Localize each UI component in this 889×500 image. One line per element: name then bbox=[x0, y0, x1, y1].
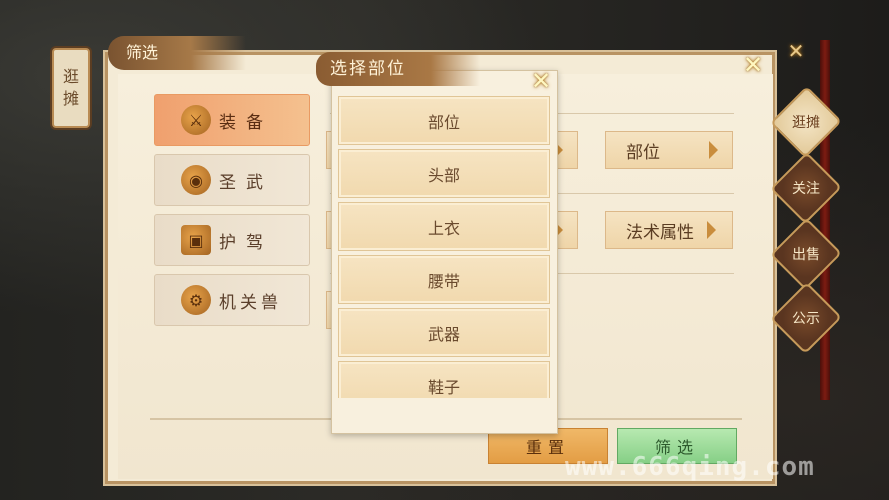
filter-select-spell-attr[interactable]: 法术属性 bbox=[605, 211, 733, 249]
category-holy-weapon[interactable]: ◉ 圣武 bbox=[154, 154, 310, 206]
filter-select-slot[interactable]: 部位 bbox=[605, 131, 733, 169]
category-label: 装备 bbox=[219, 112, 273, 133]
dropdown-option[interactable]: 头部 bbox=[338, 149, 550, 198]
arrow-right-icon bbox=[709, 141, 718, 159]
panel-title: 筛选 bbox=[108, 36, 246, 70]
category-mech-beast[interactable]: ⚙ 机关兽 bbox=[154, 274, 310, 326]
side-tab-label: 出售 bbox=[792, 247, 820, 263]
left-tab-char-2: 摊 bbox=[62, 89, 79, 108]
gear-swords-icon: ⚔ bbox=[181, 105, 211, 135]
left-tab-char-1: 逛 bbox=[62, 67, 79, 86]
chest-icon: ▣ bbox=[181, 225, 211, 255]
watermark-text: www.666qing.com bbox=[565, 452, 815, 482]
category-label: 机关兽 bbox=[219, 292, 282, 313]
dropdown-close-icon[interactable]: ✕ bbox=[528, 68, 554, 94]
category-label: 护驾 bbox=[219, 232, 273, 253]
side-tab-label: 关注 bbox=[792, 181, 820, 197]
side-tab-label: 公示 bbox=[792, 311, 820, 327]
left-stall-tab[interactable]: 逛 摊 bbox=[52, 48, 90, 128]
dropdown-option[interactable]: 鞋子 bbox=[338, 361, 550, 398]
decorative-pillar bbox=[820, 40, 830, 400]
gear-icon: ⚙ bbox=[181, 285, 211, 315]
dropdown-option[interactable]: 部位 bbox=[338, 96, 550, 145]
pig-icon: ◉ bbox=[181, 165, 211, 195]
dropdown-title: 选择部位 bbox=[316, 52, 480, 86]
dropdown-option[interactable]: 腰带 bbox=[338, 255, 550, 304]
category-label: 圣武 bbox=[219, 172, 273, 193]
dropdown-option[interactable]: 上衣 bbox=[338, 202, 550, 251]
filter-select-label: 部位 bbox=[626, 142, 660, 163]
category-equipment[interactable]: ⚔ 装备 bbox=[154, 94, 310, 146]
arrow-right-icon bbox=[707, 221, 716, 239]
filter-select-label: 法术属性 bbox=[626, 222, 694, 243]
panel-close-icon[interactable]: ✕ bbox=[740, 52, 766, 78]
outer-close-icon[interactable]: ✕ bbox=[783, 38, 809, 64]
dropdown-option[interactable]: 武器 bbox=[338, 308, 550, 357]
dropdown-options: 部位 头部 上衣 腰带 武器 鞋子 bbox=[336, 96, 552, 398]
side-tab-label: 逛摊 bbox=[792, 115, 820, 131]
category-guardian[interactable]: ▣ 护驾 bbox=[154, 214, 310, 266]
